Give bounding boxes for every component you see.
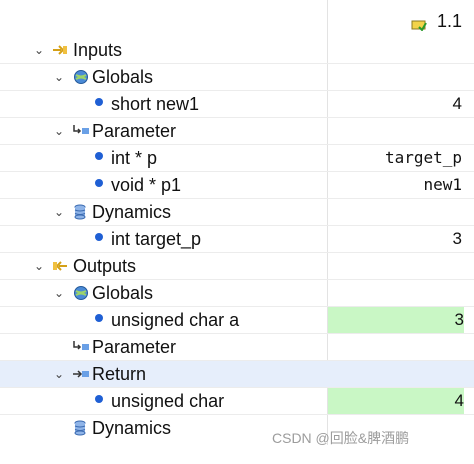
version-label: 1.1 — [436, 10, 462, 31]
tree-row-label: Outputs — [73, 256, 137, 276]
tree-row-variable[interactable]: short new1 4 — [0, 91, 474, 118]
tree-row-label: Dynamics — [92, 418, 172, 438]
return-icon — [72, 366, 89, 382]
tree-row-globals[interactable]: ⌄ Globals — [0, 64, 474, 91]
tree-row-label: Inputs — [73, 40, 123, 60]
tree-row-value — [328, 118, 462, 144]
version-flag-icon — [411, 15, 427, 32]
tree-row-value — [328, 64, 462, 90]
dynamics-icon — [73, 420, 89, 436]
tree-row-return[interactable]: ⌄ Return — [0, 361, 474, 388]
tree-row-variable[interactable]: unsigned char 4 — [0, 388, 474, 415]
tree-row-variable[interactable]: int target_p 3 — [0, 226, 474, 253]
tree-row-globals[interactable]: ⌄ Globals — [0, 280, 474, 307]
tree-row-value[interactable]: 4 — [328, 91, 462, 117]
variable-dot-icon — [93, 393, 109, 409]
tree-row-inputs[interactable]: ⌄ Inputs — [0, 37, 474, 64]
tree-row-value[interactable]: 3 — [328, 226, 462, 252]
tree-row-dynamics[interactable]: ⌄ Dynamics — [0, 199, 474, 226]
tree-row-label: Parameter — [92, 337, 177, 357]
tree-row-value — [328, 280, 462, 306]
tree-row-value — [328, 361, 462, 387]
tree-row-label: void * p1 — [111, 175, 182, 195]
variable-dot-icon — [93, 96, 109, 112]
chevron-down-icon[interactable]: ⌄ — [52, 205, 66, 219]
parameter-icon — [72, 123, 89, 139]
tree-row-label: Return — [92, 364, 147, 384]
tree-row-variable[interactable]: void * p1 new1 — [0, 172, 474, 199]
tree-row-label: Globals — [92, 283, 154, 303]
watermark: CSDN @回脸&脾酒鹏 — [272, 430, 410, 446]
outputs-icon — [52, 258, 68, 274]
tree-row-variable[interactable]: int * p target_p — [0, 145, 474, 172]
tree-row-value — [328, 334, 462, 360]
chevron-down-icon[interactable]: ⌄ — [52, 286, 66, 300]
parameter-icon — [72, 339, 89, 355]
tree-row-value[interactable]: 3 — [328, 307, 464, 333]
variable-dot-icon — [93, 231, 109, 247]
tree-row-label: int * p — [111, 148, 158, 168]
chevron-down-icon[interactable]: ⌄ — [32, 259, 46, 273]
globals-icon — [73, 285, 89, 301]
variable-dot-icon — [93, 312, 109, 328]
tree-row-value[interactable]: new1 — [328, 172, 462, 198]
inputs-icon — [52, 42, 68, 58]
tree-row-value[interactable]: target_p — [328, 145, 462, 171]
tree-row-label: unsigned char a — [111, 310, 240, 330]
dynamics-icon — [73, 204, 89, 220]
tree-row-value[interactable]: 4 — [328, 388, 464, 414]
tree-row-label: int target_p — [111, 229, 202, 249]
chevron-down-icon[interactable]: ⌄ — [52, 124, 66, 138]
tree-row-value — [328, 199, 462, 225]
tree-row-value — [328, 37, 462, 63]
tree-row-label: unsigned char — [111, 391, 225, 411]
test-data-tree: 1.1 ⌄ Inputs ⌄ Globals short new1 4 ⌄ Pa… — [0, 0, 474, 464]
tree-row-value — [328, 253, 462, 279]
tree-row-label: Parameter — [92, 121, 177, 141]
version-header: 1.1 — [380, 6, 462, 36]
variable-dot-icon — [93, 177, 109, 193]
tree-row-parameter[interactable]: Parameter — [0, 334, 474, 361]
tree-row-parameter[interactable]: ⌄ Parameter — [0, 118, 474, 145]
tree-row-variable[interactable]: unsigned char a 3 — [0, 307, 474, 334]
tree-row-outputs[interactable]: ⌄ Outputs — [0, 253, 474, 280]
globals-icon — [73, 69, 89, 85]
chevron-down-icon[interactable]: ⌄ — [52, 367, 66, 381]
tree-row-label: short new1 — [111, 94, 200, 114]
chevron-down-icon[interactable]: ⌄ — [52, 70, 66, 84]
tree-row-label: Globals — [92, 67, 154, 87]
chevron-down-icon[interactable]: ⌄ — [32, 43, 46, 57]
variable-dot-icon — [93, 150, 109, 166]
tree-row-label: Dynamics — [92, 202, 172, 222]
